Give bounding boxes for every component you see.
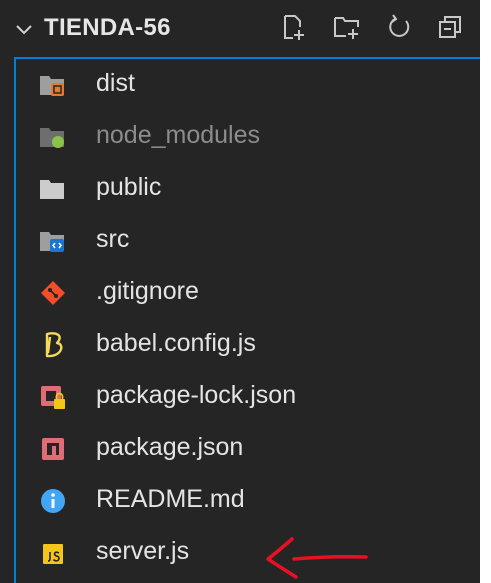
- tree-item-label: babel.config.js: [96, 329, 256, 357]
- tree-item-node-modules[interactable]: node_modules: [16, 111, 482, 163]
- tree-item-src[interactable]: src: [16, 215, 482, 267]
- tree-item-package-lock[interactable]: package-lock.json: [16, 371, 482, 423]
- refresh-icon[interactable]: [384, 12, 414, 42]
- tree-item-label: server.js: [96, 537, 190, 565]
- collapse-all-icon[interactable]: [436, 12, 466, 42]
- chevron-down-icon[interactable]: [14, 20, 34, 40]
- tree-item-label: src: [96, 225, 130, 253]
- explorer-title: TIENDA-56: [44, 14, 171, 41]
- tree-item-label: README.md: [96, 485, 245, 513]
- tree-item-label: dist: [96, 69, 135, 97]
- babel-icon: [45, 332, 63, 358]
- explorer-header[interactable]: TIENDA-56: [0, 0, 480, 58]
- js-icon: [43, 544, 63, 564]
- folder-icon: [40, 180, 64, 199]
- npm-lock-icon: [41, 386, 65, 409]
- tree-item-dist[interactable]: dist: [16, 59, 482, 111]
- tree-item-public[interactable]: public: [16, 163, 482, 215]
- explorer-panel: TIENDA-56 dist node_modules public src .…: [0, 0, 480, 583]
- tree-item-label: public: [96, 173, 162, 201]
- annotation-arrow: [266, 537, 368, 579]
- tree-item-server-js[interactable]: server.js: [16, 527, 482, 579]
- tree-item-package-json[interactable]: package.json: [16, 423, 482, 475]
- git-icon: [41, 281, 65, 305]
- folder-src-icon: [40, 232, 64, 252]
- tree-item-label: .gitignore: [96, 277, 199, 305]
- info-icon: [41, 489, 65, 513]
- tree-item-label: package.json: [96, 433, 244, 461]
- folder-node-icon: [40, 128, 64, 148]
- tree-item-label: package-lock.json: [96, 381, 297, 409]
- folder-dist-icon: [40, 76, 64, 96]
- tree-item-readme[interactable]: README.md: [16, 475, 482, 527]
- new-file-icon[interactable]: [278, 12, 308, 42]
- file-tree: dist node_modules public src .gitignore …: [14, 57, 480, 583]
- new-folder-icon[interactable]: [332, 12, 362, 42]
- tree-item-label: node_modules: [96, 121, 261, 149]
- tree-item-gitignore[interactable]: .gitignore: [16, 267, 482, 319]
- npm-icon: [42, 438, 64, 460]
- tree-item-babel-config[interactable]: babel.config.js: [16, 319, 482, 371]
